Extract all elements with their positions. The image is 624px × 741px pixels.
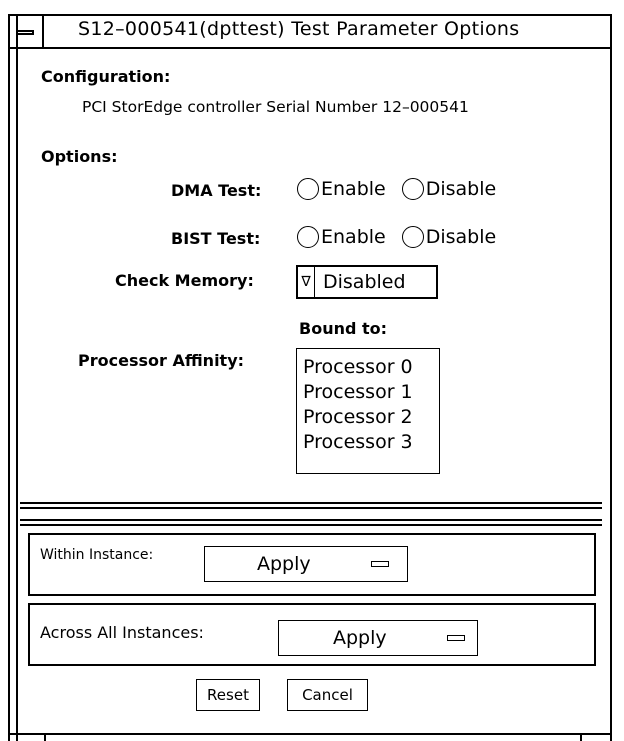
separator-line [20, 524, 602, 526]
processor-list-item[interactable]: Processor 0 [303, 355, 439, 380]
across-instances-label: Across All Instances: [40, 623, 204, 642]
dma-test-radio-group: Enable Disable [297, 178, 512, 200]
check-memory-dropdown[interactable]: ∇ Disabled [296, 265, 438, 299]
across-instances-apply-label: Apply [333, 627, 387, 649]
cancel-button[interactable]: Cancel [287, 679, 368, 711]
menu-button-icon [371, 561, 389, 567]
bist-test-radio-group: Enable Disable [297, 226, 512, 248]
across-instances-apply-button[interactable]: Apply [278, 620, 478, 656]
window-frame-corner-left [44, 733, 46, 741]
dma-test-disable-label[interactable]: Disable [426, 178, 496, 200]
window-frame-right [610, 14, 612, 741]
bound-to-label: Bound to: [299, 319, 388, 338]
dma-test-enable-label[interactable]: Enable [321, 178, 386, 200]
bist-test-enable-label[interactable]: Enable [321, 226, 386, 248]
separator-line [20, 519, 602, 521]
dma-test-enable-radio[interactable] [297, 178, 319, 200]
check-memory-label: Check Memory: [115, 271, 254, 290]
test-parameter-options-window: S12–000541(dpttest) Test Parameter Optio… [8, 14, 620, 741]
bist-test-disable-radio[interactable] [401, 226, 424, 248]
dma-test-disable-radio[interactable] [401, 178, 424, 200]
window-frame-left-inner [16, 14, 18, 741]
check-memory-value: Disabled [323, 271, 406, 293]
separator-line [20, 507, 602, 509]
window-frame-bottom [8, 733, 612, 735]
bist-test-enable-radio[interactable] [297, 226, 319, 248]
separator-line [20, 502, 602, 504]
window-frame-top [8, 14, 612, 16]
options-heading: Options: [41, 147, 118, 166]
window-title: S12–000541(dpttest) Test Parameter Optio… [78, 18, 520, 40]
processor-list-item[interactable]: Processor 1 [303, 380, 439, 405]
bist-test-disable-label[interactable]: Disable [426, 226, 496, 248]
window-menu-button[interactable] [8, 14, 44, 49]
across-all-instances-group: Across All Instances: Apply [28, 603, 596, 666]
window-frame-left [8, 14, 10, 741]
reset-button[interactable]: Reset [196, 679, 260, 711]
processor-affinity-list[interactable]: Processor 0 Processor 1 Processor 2 Proc… [296, 348, 440, 474]
processor-list-item[interactable]: Processor 3 [303, 430, 439, 455]
dropdown-arrow-icon[interactable]: ∇ [298, 267, 315, 297]
configuration-heading: Configuration: [41, 67, 171, 86]
within-instance-apply-label: Apply [257, 553, 311, 575]
window-frame-corner-right [580, 733, 582, 741]
dma-test-label: DMA Test: [171, 181, 262, 200]
within-instance-group: Within Instance: Apply [28, 533, 596, 596]
bist-test-label: BIST Test: [171, 229, 261, 248]
title-bar-divider [8, 47, 612, 49]
menu-button-icon [447, 635, 465, 641]
processor-affinity-label: Processor Affinity: [78, 351, 245, 370]
processor-list-item[interactable]: Processor 2 [303, 405, 439, 430]
within-instance-apply-button[interactable]: Apply [204, 546, 408, 582]
within-instance-label: Within Instance: [40, 547, 154, 563]
window-menu-icon [16, 30, 34, 35]
configuration-text: PCI StorEdge controller Serial Number 12… [82, 98, 469, 116]
